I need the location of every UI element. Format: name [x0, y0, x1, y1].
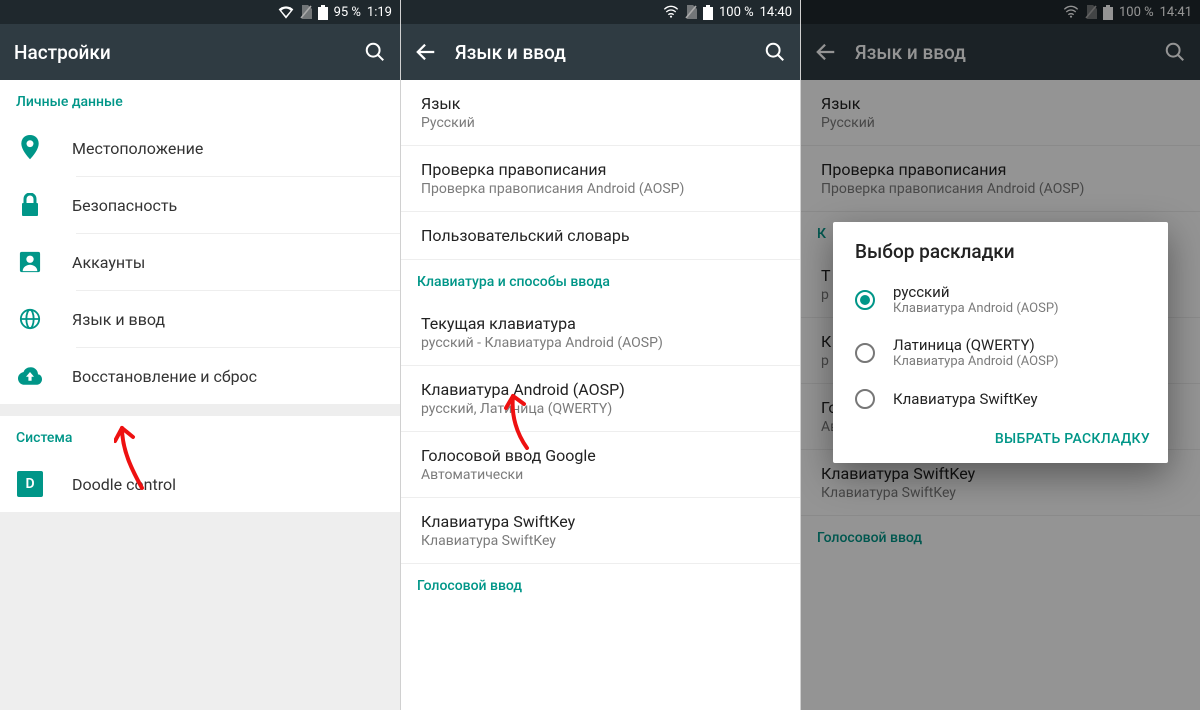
clock-text: 14:41	[1160, 5, 1192, 20]
language-settings-list: Язык Русский Проверка правописания Прове…	[401, 80, 800, 710]
page-title: Язык и ввод	[855, 41, 1146, 64]
wifi-icon	[663, 5, 679, 19]
item-spellcheck: Проверка правописания Проверка правописа…	[801, 146, 1200, 212]
clock-text: 14:40	[760, 5, 792, 20]
radio-icon[interactable]	[855, 389, 875, 409]
section-keyboard: Клавиатура и способы ввода	[401, 260, 800, 300]
location-pin-icon	[16, 135, 44, 161]
battery-icon	[318, 5, 328, 20]
item-current-keyboard[interactable]: Текущая клавиатура русский - Клавиатура …	[401, 300, 800, 366]
item-label: Восстановление и сброс	[72, 367, 257, 386]
page-title: Настройки	[14, 41, 346, 64]
item-label: Безопасность	[72, 196, 177, 215]
item-security[interactable]: Безопасность	[0, 177, 400, 233]
item-label: Местоположение	[72, 139, 203, 158]
pane-settings: 95 % 1:19 Настройки Личные данные Местоп…	[0, 0, 400, 710]
section-personal: Личные данные	[0, 80, 400, 120]
app-bar: Язык и ввод	[401, 24, 800, 80]
item-label: Аккаунты	[72, 253, 145, 272]
account-icon	[16, 251, 44, 273]
dialog-layout-picker: Выбор раскладки русскийКлавиатура Androi…	[833, 222, 1168, 463]
item-location[interactable]: Местоположение	[0, 120, 400, 176]
item-swiftkey[interactable]: Клавиатура SwiftKey Клавиатура SwiftKey	[401, 498, 800, 564]
status-bar: 95 % 1:19	[0, 0, 400, 24]
dialog-option[interactable]: русскийКлавиатура Android (AOSP)	[833, 273, 1168, 326]
radio-icon[interactable]	[855, 290, 875, 310]
item-google-voice[interactable]: Голосовой ввод Google Автоматически	[401, 432, 800, 498]
section-system: Система	[0, 416, 400, 456]
page-title: Язык и ввод	[455, 41, 746, 64]
item-language: Язык Русский	[801, 80, 1200, 146]
battery-text: 95 %	[334, 5, 361, 20]
back-icon[interactable]	[415, 41, 437, 63]
item-label: Doodle control	[72, 475, 176, 494]
battery-text: 100 %	[719, 5, 754, 20]
item-language-input[interactable]: Язык и ввод	[0, 291, 400, 347]
search-icon[interactable]	[764, 41, 786, 63]
sim-icon	[300, 5, 312, 19]
item-user-dictionary[interactable]: Пользовательский словарь	[401, 212, 800, 260]
wifi-icon	[278, 5, 294, 19]
dialog-option[interactable]: Латиница (QWERTY)Клавиатура Android (AOS…	[833, 326, 1168, 379]
battery-icon	[1103, 5, 1113, 20]
item-language[interactable]: Язык Русский	[401, 80, 800, 146]
dialog-action-button[interactable]: ВЫБРАТЬ РАСКЛАДКУ	[833, 419, 1168, 455]
item-doodle-control[interactable]: D Doodle control	[0, 456, 400, 512]
radio-icon[interactable]	[855, 343, 875, 363]
battery-icon	[703, 5, 713, 20]
sim-icon	[685, 5, 697, 19]
app-bar: Язык и ввод	[801, 24, 1200, 80]
item-spellcheck[interactable]: Проверка правописания Проверка правописа…	[401, 146, 800, 212]
section-voice: Голосовой ввод	[401, 564, 800, 604]
sim-icon	[1085, 5, 1097, 19]
status-bar: 100 % 14:41	[801, 0, 1200, 24]
lock-icon	[16, 193, 44, 217]
item-aosp-keyboard[interactable]: Клавиатура Android (AOSP) русский, Латин…	[401, 366, 800, 432]
wifi-icon	[1063, 5, 1079, 19]
search-icon[interactable]	[1164, 41, 1186, 63]
pane-layout-dialog: 100 % 14:41 Язык и ввод Язык Русский Про…	[800, 0, 1200, 710]
battery-text: 100 %	[1119, 5, 1154, 20]
clock-text: 1:19	[367, 5, 392, 20]
settings-list: Личные данные Местоположение Безопасност…	[0, 80, 400, 710]
app-bar: Настройки	[0, 24, 400, 80]
item-label: Язык и ввод	[72, 310, 165, 329]
globe-icon	[16, 308, 44, 330]
item-accounts[interactable]: Аккаунты	[0, 234, 400, 290]
item-backup-reset[interactable]: Восстановление и сброс	[0, 348, 400, 404]
back-icon[interactable]	[815, 41, 837, 63]
pane-language-input: 100 % 14:40 Язык и ввод Язык Русский Про…	[400, 0, 800, 710]
backup-icon	[16, 367, 44, 385]
status-bar: 100 % 14:40	[401, 0, 800, 24]
dialog-title: Выбор раскладки	[833, 222, 1168, 273]
dialog-option[interactable]: Клавиатура SwiftKey	[833, 379, 1168, 419]
search-icon[interactable]	[364, 41, 386, 63]
section-voice: Голосовой ввод	[801, 516, 1200, 556]
doodle-icon: D	[16, 471, 44, 497]
